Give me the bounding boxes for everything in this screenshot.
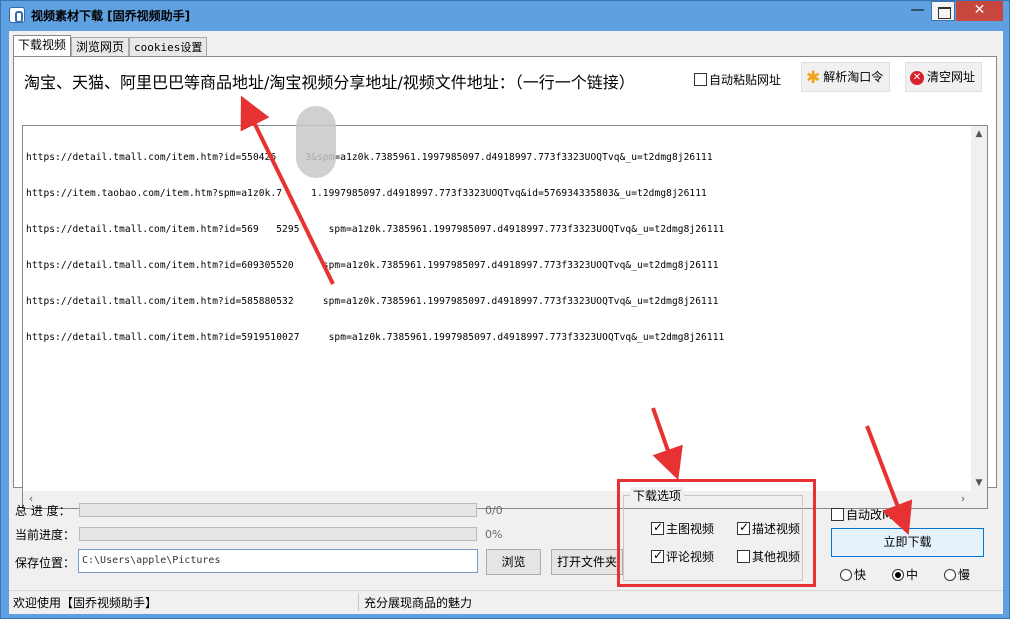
speed-fast-radio[interactable]: 快: [840, 566, 866, 583]
scroll-right-arrow-icon[interactable]: ›: [955, 491, 971, 508]
speed-slow-dot[interactable]: [944, 568, 956, 581]
speed-slow-radio[interactable]: 慢: [944, 566, 970, 583]
title-bar[interactable]: 视频素材下载 [固乔视频助手] — ✕: [1, 1, 1009, 29]
tab-download-video[interactable]: 下载视频: [13, 35, 72, 57]
save-path-input[interactable]: C:\Users\apple\Pictures: [78, 549, 478, 573]
url-line: https://detail.tmall.com/item.htm?id=569…: [26, 224, 725, 235]
status-divider: [358, 593, 359, 611]
speed-slow-label: 慢: [958, 568, 971, 582]
redaction-blur: [296, 106, 336, 178]
auto-paste-box[interactable]: [694, 73, 707, 86]
scroll-down-arrow-icon[interactable]: ▼: [971, 475, 987, 491]
speed-medium-radio[interactable]: 中: [892, 566, 918, 583]
download-tab-panel: 淘宝、天猫、阿里巴巴等商品地址/淘宝视频分享地址/视频文件地址：（一行一个链接）…: [13, 56, 997, 509]
url-line: https://detail.tmall.com/item.htm?id=585…: [26, 296, 719, 307]
app-window: 视频素材下载 [固乔视频助手] — ✕ 下载视频 浏览网页 cookies设置 …: [0, 0, 1010, 619]
url-line: https://detail.tmall.com/item.htm?id=609…: [26, 260, 719, 271]
open-folder-button[interactable]: 打开文件夹: [551, 549, 623, 575]
total-progress-label: 总 进 度：: [15, 504, 71, 518]
maximize-button[interactable]: [931, 1, 955, 21]
url-line: https://detail.tmall.com/item.htm?id=550…: [26, 152, 713, 163]
auto-md5-checkbox[interactable]: 自动改MD5: [831, 506, 909, 523]
star-icon: ✱: [806, 67, 821, 88]
browse-button[interactable]: 浏览: [486, 549, 541, 575]
current-progress-label: 当前进度：: [15, 528, 76, 542]
url-list: https://detail.tmall.com/item.htm?id=550…: [26, 128, 966, 368]
auto-paste-label: 自动粘贴网址: [709, 73, 782, 87]
annotation-highlight-box: [617, 479, 816, 587]
download-now-button[interactable]: 立即下载: [831, 528, 984, 557]
auto-md5-box[interactable]: [831, 508, 844, 521]
close-button[interactable]: ✕: [956, 1, 1003, 21]
delete-icon: ✕: [910, 70, 924, 85]
auto-paste-checkbox[interactable]: 自动粘贴网址: [694, 71, 781, 88]
url-textarea[interactable]: https://detail.tmall.com/item.htm?id=550…: [22, 125, 988, 509]
app-icon: [9, 7, 25, 23]
tab-cookies-settings[interactable]: cookies设置: [129, 37, 208, 57]
total-progress-value: 0/0: [485, 504, 503, 517]
parse-button-label: 解析淘口令: [823, 70, 884, 84]
auto-md5-label: 自动改MD5: [846, 508, 910, 522]
url-line: https://detail.tmall.com/item.htm?id=591…: [26, 332, 725, 343]
speed-fast-dot[interactable]: [840, 568, 852, 581]
status-welcome: 欢迎使用【固乔视频助手】: [13, 596, 158, 610]
status-bar: 欢迎使用【固乔视频助手】 充分展现商品的魅力: [9, 590, 1003, 612]
speed-fast-label: 快: [854, 568, 867, 582]
url-input-heading: 淘宝、天猫、阿里巴巴等商品地址/淘宝视频分享地址/视频文件地址：（一行一个链接）: [24, 73, 635, 92]
speed-medium-label: 中: [906, 568, 919, 582]
vertical-scrollbar[interactable]: ▲ ▼: [971, 126, 987, 491]
current-progress-value: 0%: [485, 528, 503, 541]
parse-taokouling-button[interactable]: ✱ 解析淘口令: [801, 62, 891, 92]
tab-browse-web[interactable]: 浏览网页: [71, 37, 130, 57]
save-location-label: 保存位置：: [15, 556, 76, 570]
clear-button-label: 清空网址: [927, 70, 976, 84]
status-tagline: 充分展现商品的魅力: [364, 596, 473, 610]
url-line: https://item.taobao.com/item.htm?spm=a1z…: [26, 188, 707, 199]
current-progress-bar: [79, 527, 477, 541]
scroll-up-arrow-icon[interactable]: ▲: [971, 126, 987, 142]
client-area: 下载视频 浏览网页 cookies设置 淘宝、天猫、阿里巴巴等商品地址/淘宝视频…: [9, 31, 1003, 614]
speed-medium-dot[interactable]: [892, 568, 904, 581]
total-progress-bar: [79, 503, 477, 517]
tab-bar: 下载视频 浏览网页 cookies设置: [13, 35, 208, 57]
window-title: 视频素材下载 [固乔视频助手]: [31, 9, 191, 23]
clear-urls-button[interactable]: ✕ 清空网址: [905, 62, 983, 92]
minimize-button[interactable]: —: [905, 1, 930, 21]
